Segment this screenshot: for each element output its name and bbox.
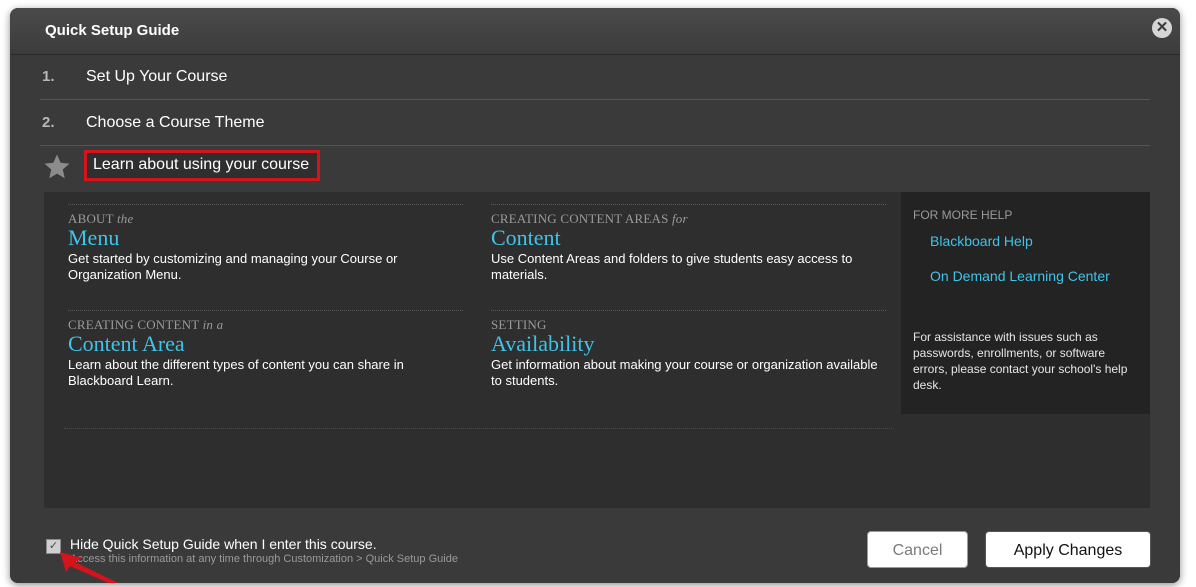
on-demand-learning-center-link[interactable]: On Demand Learning Center [930, 268, 1130, 285]
topic-title-link[interactable]: Menu [68, 227, 463, 249]
dialog-header: Quick Setup Guide ✕ [10, 8, 1180, 55]
apply-changes-button[interactable]: Apply Changes [985, 531, 1151, 568]
step-choose-theme[interactable]: 2. Choose a Course Theme [40, 100, 1150, 146]
step-number: 2. [42, 114, 55, 131]
help-note: For assistance with issues such as passw… [913, 330, 1128, 392]
topic-description: Get started by customizing and managing … [68, 251, 398, 282]
star-icon [44, 154, 70, 179]
step-label: Learn about using your course [84, 150, 321, 181]
checkbox-hint: Access this information at any time thro… [70, 553, 458, 565]
topic-title-link[interactable]: Content [491, 227, 886, 249]
step-number: 1. [42, 68, 55, 85]
dialog-title: Quick Setup Guide [45, 22, 180, 39]
close-icon[interactable]: ✕ [1152, 18, 1172, 38]
topic-description: Use Content Areas and folders to give st… [491, 251, 853, 282]
annotation-arrow-icon [60, 552, 118, 583]
learn-content-panel: ABOUT the Menu Get started by customizin… [44, 192, 1150, 508]
topic-content-area: CREATING CONTENT in a Content Area Learn… [68, 310, 463, 389]
topic-kicker: ABOUT the [68, 211, 134, 226]
topic-description: Get information about making your course… [491, 357, 878, 388]
topic-content: CREATING CONTENT AREAS for Content Use C… [491, 204, 886, 283]
step-learn-course[interactable]: Learn about using your course [40, 146, 1150, 192]
step-label: Set Up Your Course [86, 68, 228, 85]
topic-menu: ABOUT the Menu Get started by customizin… [68, 204, 463, 283]
step-label: Choose a Course Theme [86, 114, 265, 131]
topic-title-link[interactable]: Availability [491, 333, 886, 355]
topic-title-link[interactable]: Content Area [68, 333, 463, 355]
blackboard-help-link[interactable]: Blackboard Help [930, 233, 1130, 250]
dialog-footer: ✓ Hide Quick Setup Guide when I enter th… [10, 508, 1180, 583]
step-set-up-course[interactable]: 1. Set Up Your Course [40, 54, 1150, 100]
topic-description: Learn about the different types of conte… [68, 357, 404, 388]
topic-availability: SETTING Availability Get information abo… [491, 310, 886, 389]
quick-setup-dialog: Quick Setup Guide ✕ 1. Set Up Your Cours… [10, 8, 1180, 583]
help-panel: FOR MORE HELP Blackboard Help On Demand … [901, 192, 1150, 414]
divider [64, 428, 894, 429]
cancel-button[interactable]: Cancel [867, 531, 968, 568]
help-heading: FOR MORE HELP [913, 208, 1013, 222]
